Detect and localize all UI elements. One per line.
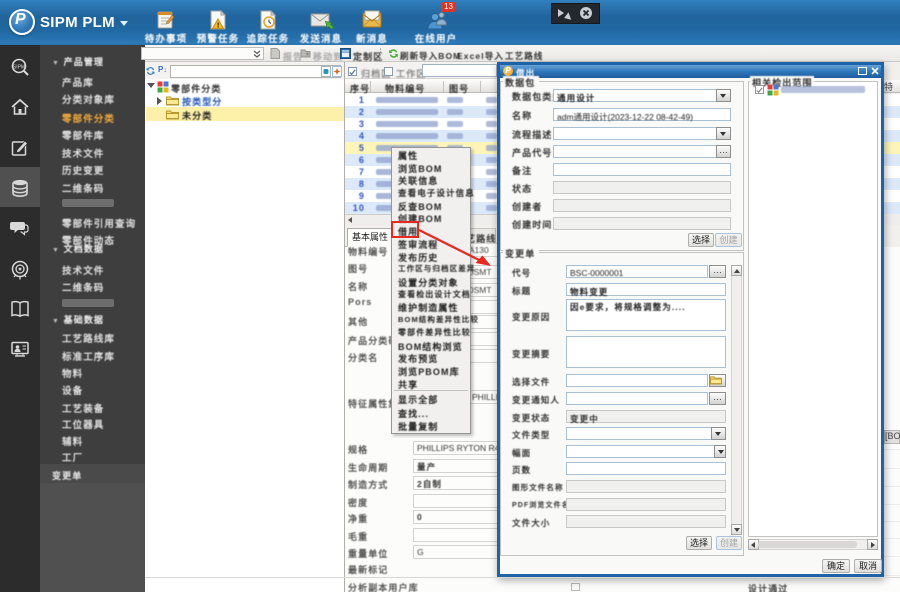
svg-text:SIPM: SIPM (13, 65, 25, 71)
